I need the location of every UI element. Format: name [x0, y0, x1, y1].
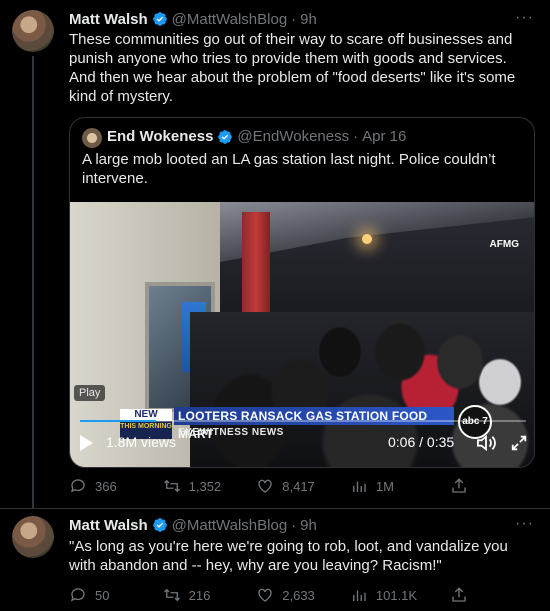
repost-count: 1,352 [188, 478, 222, 494]
quoted-text: A large mob looted an LA gas station las… [82, 151, 496, 187]
heart-icon [258, 479, 272, 493]
views-button[interactable]: 1M [350, 476, 444, 496]
quoted-handle[interactable]: @EndWokeness [237, 128, 349, 145]
tweet-header: Matt Walsh @MattWalshBlog · 9h [69, 9, 317, 29]
quoted-timestamp[interactable]: Apr 16 [362, 128, 406, 145]
video-player[interactable]: AFMG Play NEW THIS MORNING LOOTERS RANSA… [70, 202, 534, 467]
volume-icon[interactable] [475, 434, 497, 452]
tweet-2[interactable]: Matt Walsh @MattWalshBlog · 9h ··· "As l… [0, 509, 550, 611]
like-button[interactable]: 2,633 [256, 585, 350, 605]
reply-button[interactable]: 50 [69, 585, 163, 605]
author-name[interactable]: Matt Walsh [69, 11, 148, 28]
reply-count: 366 [95, 478, 117, 494]
verified-badge-icon [218, 129, 233, 144]
quoted-tweet[interactable]: End Wokeness @EndWokeness · Apr 16 A lar… [69, 117, 535, 468]
more-options-icon[interactable]: ··· [515, 9, 534, 27]
more-options-icon[interactable]: ··· [515, 515, 534, 533]
fullscreen-icon[interactable] [510, 434, 528, 452]
repost-button[interactable]: 216 [163, 585, 257, 605]
reply-count: 50 [95, 587, 110, 603]
like-count: 8,417 [282, 478, 315, 494]
separator: · [353, 128, 359, 145]
quoted-author-name[interactable]: End Wokeness [107, 128, 213, 145]
author-name[interactable]: Matt Walsh [69, 517, 148, 534]
video-frame-streetlight [362, 234, 372, 244]
verified-badge-icon [152, 12, 167, 26]
separator: · [291, 10, 297, 28]
separator: · [291, 516, 297, 534]
video-progress-bar[interactable] [80, 420, 526, 422]
timestamp[interactable]: 9h [300, 517, 317, 534]
thread-line [32, 56, 34, 508]
tweet-text: "As long as you're here we're going to r… [69, 538, 508, 574]
repost-icon [163, 588, 180, 602]
like-count: 2,633 [282, 587, 315, 603]
quoted-header: End Wokeness @EndWokeness · Apr 16 [107, 128, 406, 145]
like-button[interactable]: 8,417 [256, 476, 350, 496]
tweet-text: These communities go out of their way to… [69, 31, 516, 105]
repost-count: 216 [188, 587, 211, 603]
quoted-avatar[interactable] [82, 128, 102, 148]
view-count: 1M [375, 478, 394, 494]
avatar[interactable] [12, 10, 54, 52]
share-button[interactable] [450, 585, 470, 605]
analytics-icon [352, 481, 366, 492]
tweet-header: Matt Walsh @MattWalshBlog · 9h [69, 515, 317, 535]
heart-icon [258, 588, 272, 602]
verified-badge-icon [152, 518, 167, 532]
repost-button[interactable]: 1,352 [163, 476, 257, 496]
share-icon [451, 587, 466, 602]
timestamp[interactable]: 9h [300, 11, 317, 28]
play-icon[interactable] [80, 435, 93, 451]
avatar[interactable] [12, 516, 54, 558]
reply-icon [70, 588, 85, 602]
author-handle[interactable]: @MattWalshBlog [172, 517, 288, 534]
analytics-icon [352, 590, 366, 601]
play-label[interactable]: Play [74, 385, 106, 401]
video-watermark: AFMG [489, 239, 519, 250]
video-progress-fill [80, 420, 156, 422]
reply-icon [70, 479, 85, 493]
video-timer: 0:06 / 0:35 [388, 434, 455, 450]
tweet-actions: 366 1,352 8,417 1M [69, 476, 469, 496]
share-icon [451, 478, 466, 493]
video-controls: 1.8M views 0:06 / 0:35 [70, 429, 534, 459]
video-views: 1.8M views [106, 434, 177, 450]
tweet-1[interactable]: Matt Walsh @MattWalshBlog · 9h ··· These… [0, 0, 550, 508]
share-button[interactable] [450, 476, 470, 496]
view-count: 101.1K [375, 587, 418, 603]
views-button[interactable]: 101.1K [350, 585, 444, 605]
repost-icon [163, 479, 180, 493]
author-handle[interactable]: @MattWalshBlog [172, 11, 288, 28]
news-headline: LOOTERS RANSACK GAS STATION FOOD MART [174, 407, 454, 441]
reply-button[interactable]: 366 [69, 476, 163, 496]
tweet-actions: 50 216 2,633 101.1K [69, 585, 469, 605]
